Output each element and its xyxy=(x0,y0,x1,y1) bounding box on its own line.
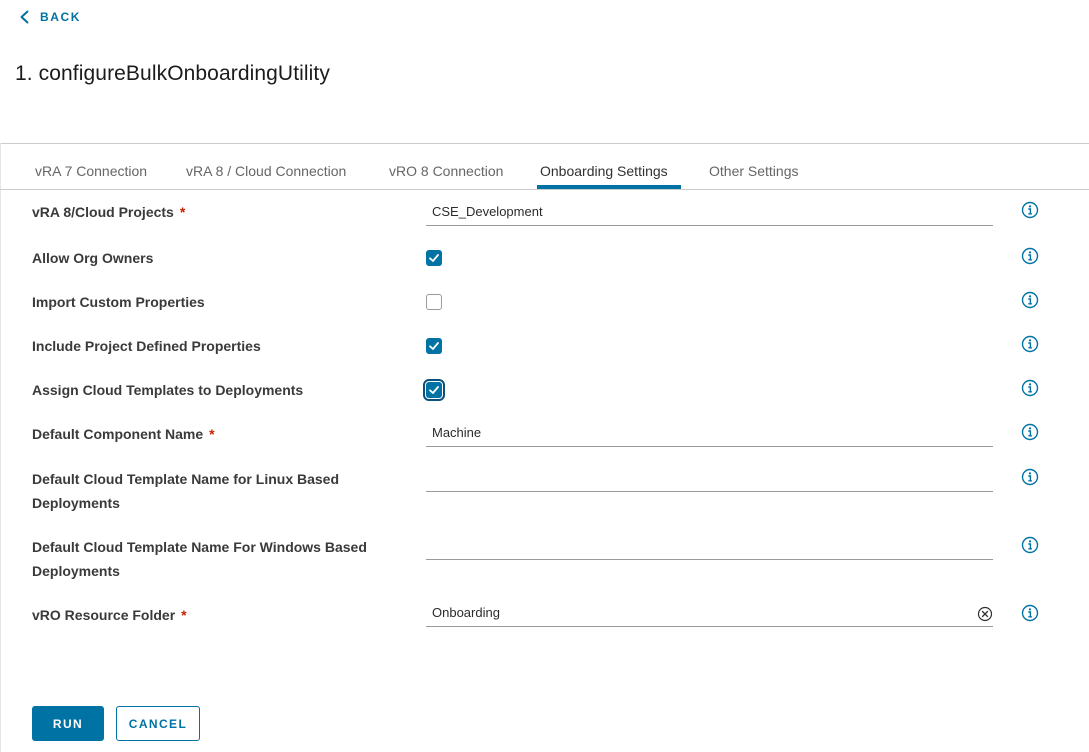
assign-cloud-templates-label: Assign Cloud Templates to Deployments xyxy=(32,382,304,398)
resource-folder-value: Onboarding xyxy=(432,605,500,620)
required-marker: * xyxy=(181,607,187,623)
default-component-name-label-text: Default Component Name xyxy=(32,426,204,442)
include-project-properties-label: Include Project Defined Properties xyxy=(32,338,261,354)
resource-folder-label-text: vRO Resource Folder xyxy=(32,607,176,623)
required-marker: * xyxy=(179,204,186,220)
windows-template-label: Default Cloud Template Name For Windows … xyxy=(32,535,367,583)
default-component-name-field[interactable]: Machine xyxy=(426,421,993,447)
run-button[interactable]: RUN xyxy=(32,706,104,741)
tab-onboarding-settings[interactable]: Onboarding Settings xyxy=(540,163,668,179)
tab-vra7-connection[interactable]: vRA 7 Connection xyxy=(35,163,147,179)
linux-template-label: Default Cloud Template Name for Linux Ba… xyxy=(32,467,339,515)
resource-folder-field[interactable]: Onboarding xyxy=(426,601,993,627)
page-title: 1. configureBulkOnboardingUtility xyxy=(15,62,330,85)
default-component-name-label: Default Component Name * xyxy=(32,422,215,446)
required-marker: * xyxy=(209,426,215,442)
page-header: BACK 1. configureBulkOnboardingUtility xyxy=(0,0,1089,143)
allow-org-owners-checkbox[interactable] xyxy=(426,250,442,266)
tab-vro8-connection[interactable]: vRO 8 Connection xyxy=(389,163,503,179)
active-tab-indicator xyxy=(537,185,681,189)
import-custom-properties-label: Import Custom Properties xyxy=(32,294,205,310)
info-icon[interactable] xyxy=(1021,423,1039,441)
info-icon[interactable] xyxy=(1021,468,1039,486)
info-icon[interactable] xyxy=(1021,247,1039,265)
content-left-border xyxy=(0,143,1,752)
info-icon[interactable] xyxy=(1021,379,1039,397)
cloud-projects-label: vRA 8/Cloud Projects * xyxy=(32,200,185,224)
header-divider xyxy=(0,143,1089,144)
cloud-projects-field[interactable]: CSE_Development xyxy=(426,200,993,226)
checkmark-icon xyxy=(429,386,439,394)
checkmark-icon xyxy=(429,342,439,350)
info-icon[interactable] xyxy=(1021,536,1039,554)
info-icon[interactable] xyxy=(1021,604,1039,622)
windows-template-field[interactable] xyxy=(426,534,993,560)
back-link[interactable]: BACK xyxy=(18,10,81,24)
checkmark-icon xyxy=(429,254,439,262)
assign-cloud-templates-checkbox[interactable] xyxy=(423,379,445,401)
cloud-projects-value: CSE_Development xyxy=(432,204,543,219)
import-custom-properties-checkbox[interactable] xyxy=(426,294,442,310)
cancel-button[interactable]: CANCEL xyxy=(116,706,200,741)
info-icon[interactable] xyxy=(1021,291,1039,309)
linux-template-label-line1: Default Cloud Template Name for Linux Ba… xyxy=(32,471,340,487)
info-icon[interactable] xyxy=(1021,335,1039,353)
info-icon[interactable] xyxy=(1021,201,1039,219)
tab-bar: vRA 7 Connection vRA 8 / Cloud Connectio… xyxy=(0,152,1089,190)
allow-org-owners-label: Allow Org Owners xyxy=(32,250,154,266)
clear-icon[interactable] xyxy=(977,606,993,622)
linux-template-label-line2: Deployments xyxy=(32,495,120,511)
windows-template-label-line2: Deployments xyxy=(32,563,120,579)
cloud-projects-label-text: vRA 8/Cloud Projects xyxy=(32,204,174,220)
windows-template-label-line1: Default Cloud Template Name For Windows … xyxy=(32,539,367,555)
tab-other-settings[interactable]: Other Settings xyxy=(709,163,799,179)
resource-folder-label: vRO Resource Folder * xyxy=(32,603,187,627)
back-label: BACK xyxy=(40,10,82,24)
linux-template-field[interactable] xyxy=(426,466,993,492)
include-project-properties-checkbox[interactable] xyxy=(426,338,442,354)
default-component-name-value: Machine xyxy=(432,425,482,440)
chevron-left-icon xyxy=(20,10,29,24)
tab-vra8-cloud-connection[interactable]: vRA 8 / Cloud Connection xyxy=(186,163,346,179)
